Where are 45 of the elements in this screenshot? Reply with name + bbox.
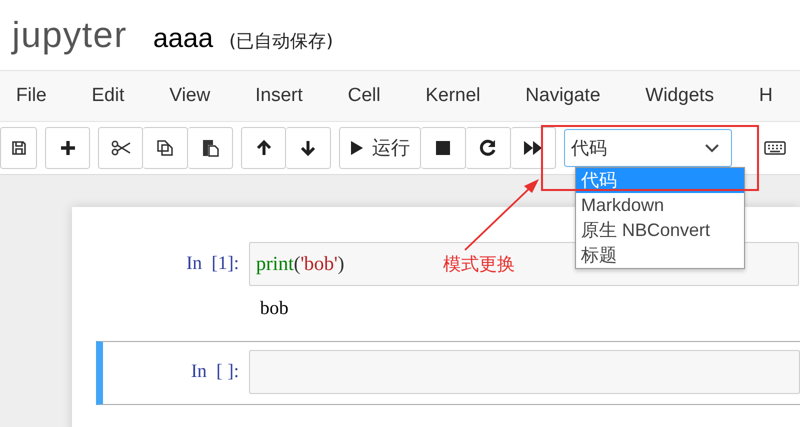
menu-item[interactable]: Insert: [255, 85, 303, 107]
menu-item[interactable]: Edit: [92, 85, 124, 107]
paste-icon: [201, 139, 219, 157]
dropdown-option[interactable]: 原生 NBConvert: [576, 218, 744, 243]
menu-item[interactable]: Navigate: [525, 85, 600, 107]
annotation-label: 模式更换: [443, 253, 515, 276]
save-button[interactable]: [0, 127, 37, 169]
run-button[interactable]: 运行: [339, 127, 421, 169]
notebook-name[interactable]: aaaa: [153, 23, 214, 54]
fast-forward-icon: [523, 140, 543, 156]
stop-button[interactable]: [421, 127, 466, 169]
arrow-down-icon: [300, 140, 316, 156]
copy-icon: [156, 139, 174, 157]
plus-icon: [60, 140, 76, 156]
restart-icon: [479, 139, 497, 157]
selected-code-cell[interactable]: In [ ]:: [96, 341, 800, 405]
menu-item[interactable]: Cell: [348, 85, 380, 107]
menu-item[interactable]: H: [759, 85, 773, 107]
add-button[interactable]: [45, 127, 90, 169]
up-button[interactable]: [241, 127, 286, 169]
play-icon: [350, 140, 364, 156]
cell-type-select[interactable]: 代码: [564, 129, 732, 167]
input-prompt: In [1]:: [185, 253, 240, 275]
arrow-up-icon: [256, 140, 272, 156]
menu-item[interactable]: Kernel: [425, 85, 480, 107]
code-input[interactable]: [249, 350, 800, 394]
copy-button[interactable]: [143, 127, 188, 169]
fastforward-button[interactable]: [511, 127, 556, 169]
dropdown-option[interactable]: 标题: [576, 243, 744, 268]
keyboard-icon: [764, 141, 786, 155]
paste-button[interactable]: [188, 127, 233, 169]
scissors-icon: [110, 140, 130, 156]
cell-output: bob: [260, 298, 288, 319]
menu-item[interactable]: Widgets: [645, 85, 714, 107]
cut-button[interactable]: [98, 127, 143, 169]
chevron-down-icon: [705, 144, 719, 152]
down-button[interactable]: [286, 127, 331, 169]
menu-item[interactable]: View: [169, 85, 210, 107]
stop-icon: [435, 140, 451, 156]
save-status: (已自动保存): [229, 30, 334, 53]
jupyter-logo[interactable]: jupyter: [12, 14, 128, 56]
menu-item[interactable]: File: [16, 85, 47, 107]
input-prompt: In [ ]:: [190, 361, 240, 383]
dropdown-option[interactable]: Markdown: [576, 193, 744, 218]
restart-button[interactable]: [466, 127, 511, 169]
